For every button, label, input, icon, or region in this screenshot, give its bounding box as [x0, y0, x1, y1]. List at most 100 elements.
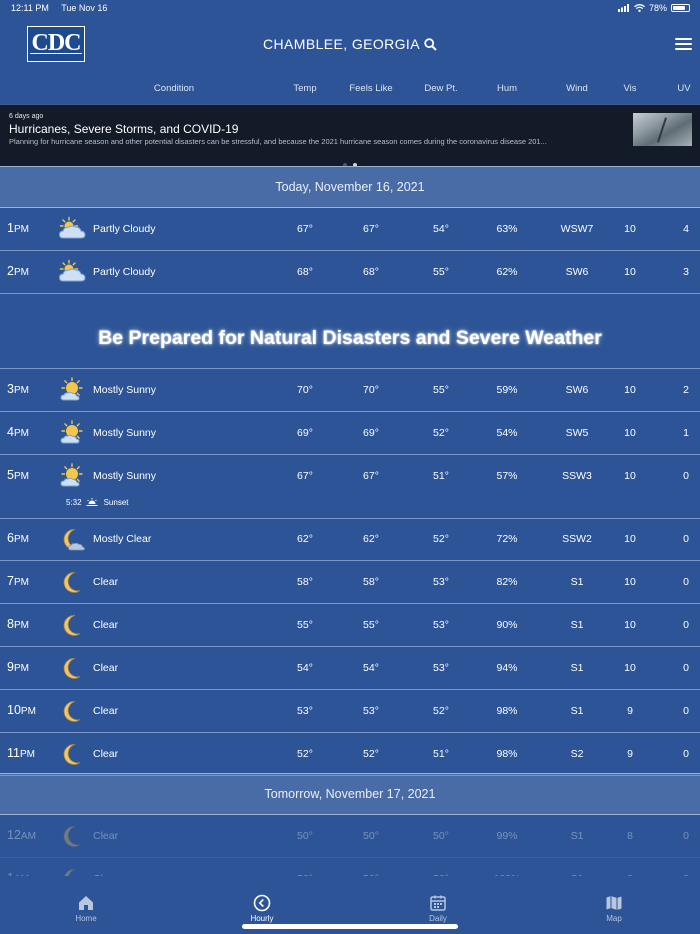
- row-uv: 3: [683, 266, 689, 278]
- row-wind: WSW7: [560, 223, 594, 235]
- row-uv: 2: [683, 384, 689, 396]
- battery-icon: [671, 4, 690, 12]
- home-icon: [79, 896, 93, 910]
- tab-daily[interactable]: Daily: [398, 894, 478, 923]
- row-feels-like: 70°: [363, 384, 379, 396]
- row-wind: S1: [570, 830, 584, 842]
- hourly-row[interactable]: 10PM Clear 53° 53° 52° 98% S1 9 0: [0, 690, 700, 733]
- row-dew-point: 50°: [433, 830, 449, 842]
- row-humidity: 59%: [496, 384, 518, 396]
- tab-hourly[interactable]: Hourly: [222, 894, 302, 923]
- row-temp: 50°: [297, 830, 313, 842]
- mostly-sunny-icon: [60, 420, 83, 444]
- row-condition: Clear: [93, 619, 119, 631]
- row-temp: 54°: [297, 662, 313, 674]
- wifi-icon: [634, 4, 645, 12]
- column-wind: Wind: [566, 83, 588, 94]
- row-feels-like: 58°: [363, 576, 379, 588]
- row-dew-point: 53°: [433, 662, 449, 674]
- row-visibility: 8: [627, 830, 633, 842]
- row-feels-like: 62°: [363, 533, 379, 545]
- mostly-sunny-icon: [60, 463, 83, 487]
- search-icon[interactable]: [424, 38, 437, 51]
- column-header-row: Condition Temp Feels Like Dew Pt. Hum Wi…: [0, 76, 700, 104]
- row-dew-point: 53°: [433, 576, 449, 588]
- row-time: 7PM: [7, 574, 29, 588]
- row-humidity: 72%: [496, 533, 518, 545]
- tab-home-label: Home: [75, 914, 97, 923]
- hourly-row[interactable]: 5PM Mostly Sunny 67° 67° 51° 57% SSW3 10 0: [0, 455, 700, 519]
- mostly-sunny-icon: [60, 377, 83, 401]
- row-humidity: 63%: [496, 223, 518, 235]
- row-dew-point: 52°: [433, 533, 449, 545]
- row-dew-point: 54°: [433, 223, 449, 235]
- hourly-row[interactable]: 9PM Clear 54° 54° 53° 94% S1 10 0: [0, 647, 700, 690]
- row-time: 2PM: [7, 264, 29, 278]
- tab-home[interactable]: Home: [46, 894, 126, 923]
- row-feels-like: 67°: [363, 223, 379, 235]
- row-temp: 69°: [297, 427, 313, 439]
- column-condition: Condition: [153, 83, 195, 94]
- row-visibility: 10: [624, 384, 636, 396]
- row-condition: Clear: [93, 705, 119, 717]
- row-dew-point: 53°: [433, 619, 449, 631]
- row-feels-like: 50°: [363, 830, 379, 842]
- row-visibility: 9: [627, 705, 633, 717]
- mostly-clear-night-icon: [63, 529, 85, 551]
- row-visibility: 10: [624, 427, 636, 439]
- calendar-icon: [430, 895, 446, 911]
- location-selector[interactable]: CHAMBLEE, GEORGIA: [0, 36, 700, 52]
- row-condition: Partly Cloudy: [93, 266, 156, 278]
- home-indicator[interactable]: [242, 924, 458, 929]
- tab-map[interactable]: Map: [574, 894, 654, 923]
- row-time: 4PM: [7, 425, 29, 439]
- row-visibility: 10: [624, 619, 636, 631]
- hourly-row[interactable]: 1PM Partly Cloudy 67° 67° 54° 63% WSW7 10 4: [0, 208, 700, 251]
- row-time: 6PM: [7, 531, 29, 545]
- moon-icon: [63, 572, 81, 593]
- news-title: Hurricanes, Severe Storms, and COVID-19: [9, 122, 239, 136]
- row-temp: 52°: [297, 748, 313, 760]
- column-uv: UV: [677, 83, 691, 94]
- hourly-row[interactable]: 4PM Mostly Sunny 69° 69° 52° 54% SW5 10 1: [0, 412, 700, 455]
- hourly-row[interactable]: 11PM Clear 52° 52° 51° 98% S2 9 0: [0, 733, 700, 776]
- hourly-row[interactable]: 2PM Partly Cloudy 68° 68° 55° 62% SW6 10 3: [0, 251, 700, 294]
- row-humidity: 98%: [496, 705, 518, 717]
- hamburger-menu-icon[interactable]: [675, 38, 692, 51]
- row-temp: 53°: [297, 705, 313, 717]
- row-dew-point: 52°: [433, 705, 449, 717]
- hourly-row[interactable]: 3PM Mostly Sunny 70° 70° 55° 59% SW6 10 2: [0, 369, 700, 412]
- row-uv: 4: [683, 223, 689, 235]
- row-wind: SW6: [565, 384, 589, 396]
- row-temp: 67°: [297, 223, 313, 235]
- hourly-row[interactable]: 7PM Clear 58° 58° 53° 82% S1 10 0: [0, 561, 700, 604]
- row-humidity: 99%: [496, 830, 518, 842]
- row-visibility: 10: [624, 470, 636, 482]
- row-humidity: 57%: [496, 470, 518, 482]
- hourly-row[interactable]: 12AM Clear 50° 50° 50° 99% S1 8 0: [0, 815, 700, 858]
- hourly-row[interactable]: 6PM Mostly Clear 62° 62° 52° 72% SSW2 10 0: [0, 518, 700, 561]
- row-uv: 0: [683, 619, 689, 631]
- row-condition: Mostly Sunny: [93, 384, 157, 396]
- tab-map-label: Map: [606, 914, 622, 923]
- row-time: 1PM: [7, 221, 29, 235]
- row-feels-like: 54°: [363, 662, 379, 674]
- row-condition: Clear: [93, 576, 119, 588]
- hourly-row[interactable]: 8PM Clear 55° 55° 53° 90% S1 10 0: [0, 604, 700, 647]
- news-banner[interactable]: 6 days ago Hurricanes, Severe Storms, an…: [0, 104, 700, 167]
- news-age: 6 days ago: [9, 113, 44, 120]
- row-dew-point: 55°: [433, 384, 449, 396]
- row-wind: SW6: [565, 266, 589, 278]
- row-time: 10PM: [7, 703, 36, 717]
- row-wind: S1: [570, 662, 584, 674]
- moon-icon: [63, 826, 81, 847]
- row-uv: 0: [683, 470, 689, 482]
- row-uv: 0: [683, 830, 689, 842]
- partly-cloudy-icon: [58, 259, 86, 282]
- row-temp: 70°: [297, 384, 313, 396]
- row-humidity: 90%: [496, 619, 518, 631]
- row-time: 8PM: [7, 617, 29, 631]
- row-dew-point: 51°: [433, 748, 449, 760]
- row-humidity: 82%: [496, 576, 518, 588]
- promo-banner[interactable]: Be Prepared for Natural Disasters and Se…: [0, 293, 700, 369]
